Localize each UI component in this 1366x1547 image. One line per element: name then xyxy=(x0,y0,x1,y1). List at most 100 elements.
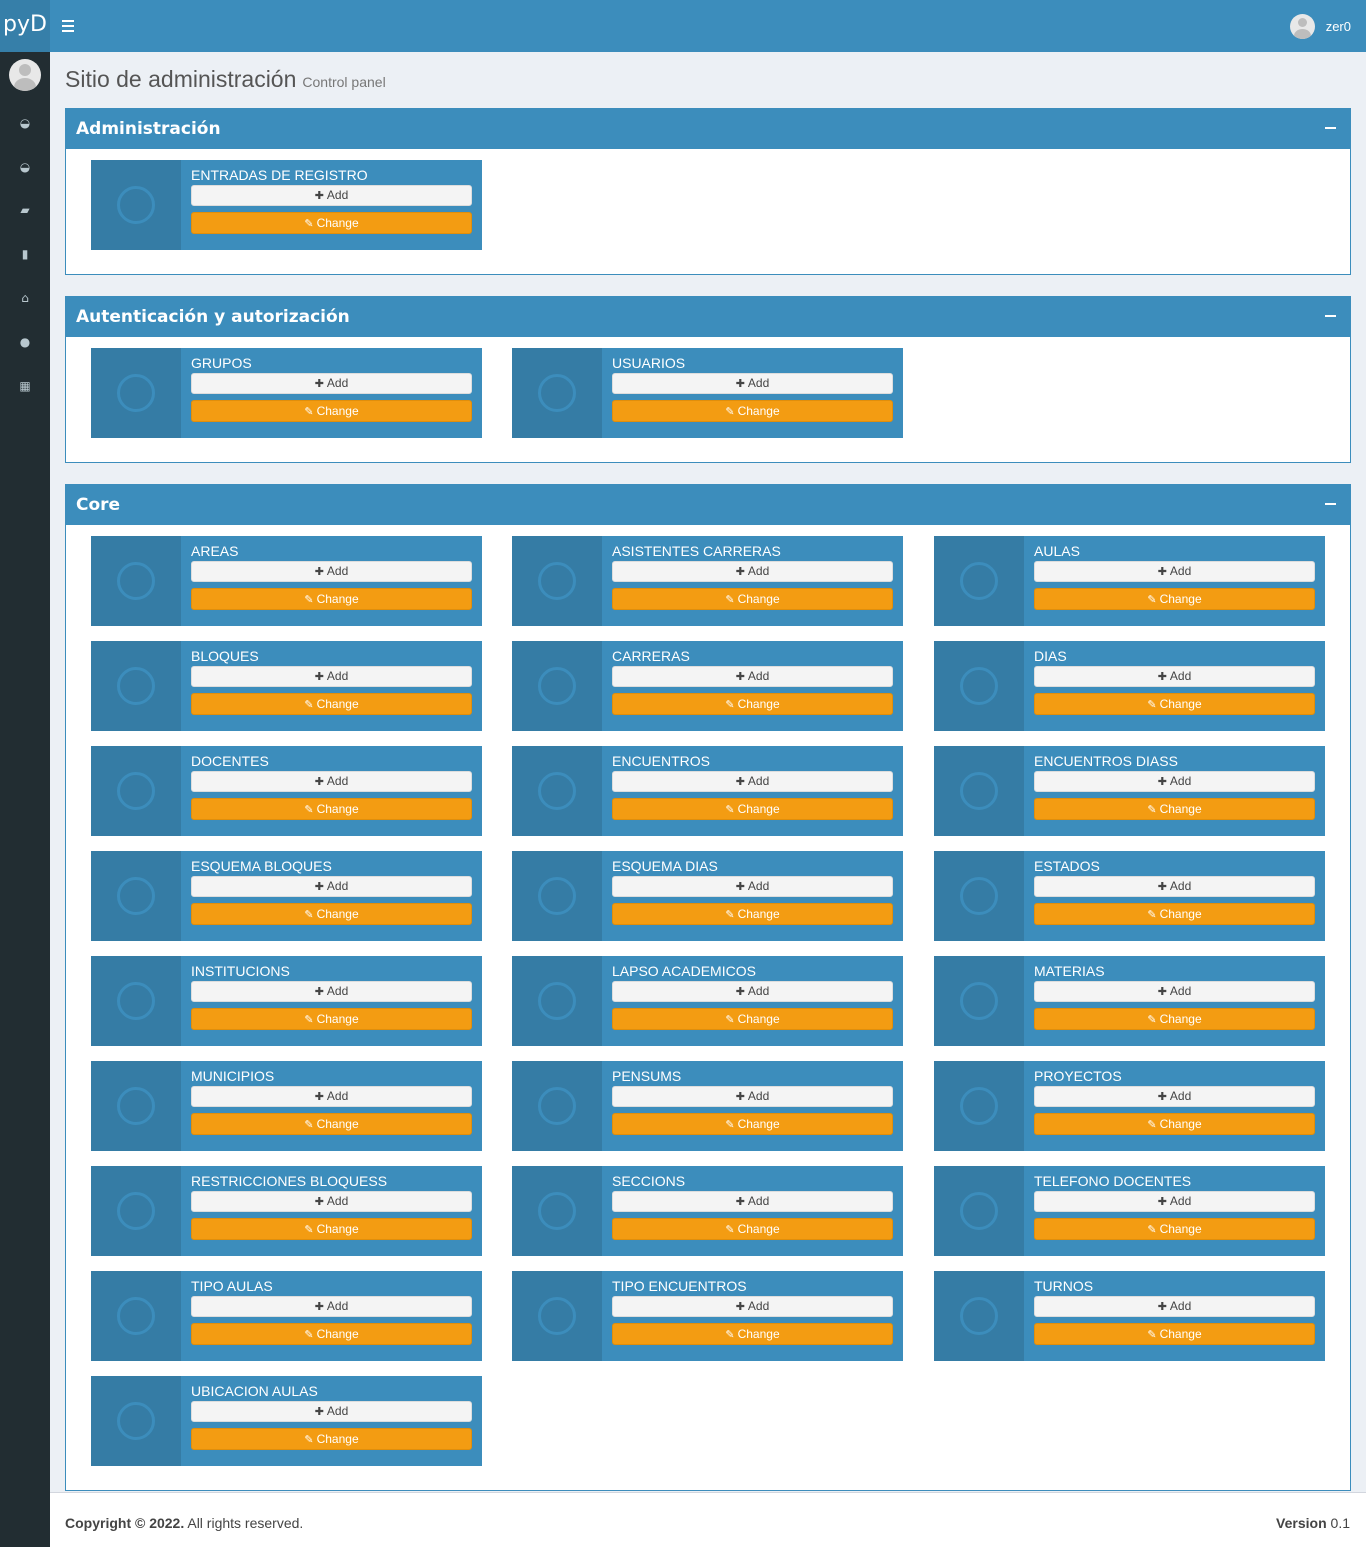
add-button[interactable]: ✚ Add xyxy=(191,771,472,792)
plus-icon: ✚ xyxy=(1157,565,1167,578)
model-name: Carreras xyxy=(612,648,690,664)
change-button[interactable]: ✎ Change xyxy=(1034,1113,1315,1135)
add-button[interactable]: ✚ Add xyxy=(612,1191,893,1212)
change-button[interactable]: ✎ Change xyxy=(1034,798,1315,820)
change-button[interactable]: ✎ Change xyxy=(191,693,472,715)
add-button[interactable]: ✚ Add xyxy=(1034,876,1315,897)
model-card: Restricciones bloquess ✚ Add ✎ Change xyxy=(91,1166,482,1256)
change-button[interactable]: ✎ Change xyxy=(191,400,472,422)
change-button[interactable]: ✎ Change xyxy=(1034,588,1315,610)
add-button[interactable]: ✚ Add xyxy=(191,1401,472,1422)
change-button[interactable]: ✎ Change xyxy=(191,588,472,610)
user-icon[interactable]: ● xyxy=(0,332,50,352)
add-button[interactable]: ✚ Add xyxy=(191,561,472,582)
add-button[interactable]: ✚ Add xyxy=(612,561,893,582)
change-button[interactable]: ✎ Change xyxy=(612,798,893,820)
add-button[interactable]: ✚ Add xyxy=(191,1296,472,1317)
change-label: Change xyxy=(737,907,780,921)
pencil-icon: ✎ xyxy=(304,217,314,230)
change-button[interactable]: ✎ Change xyxy=(1034,693,1315,715)
building-icon[interactable]: ▦ xyxy=(0,376,50,396)
pencil-icon: ✎ xyxy=(1147,908,1157,921)
add-button[interactable]: ✚ Add xyxy=(191,185,472,206)
model-name: Seccions xyxy=(612,1173,686,1189)
add-label: Add xyxy=(1169,984,1192,998)
model-name: Materias xyxy=(1034,963,1105,979)
change-button[interactable]: ✎ Change xyxy=(191,1113,472,1135)
brand-logo[interactable]: pyD xyxy=(0,0,50,52)
add-button[interactable]: ✚ Add xyxy=(191,1086,472,1107)
file-icon[interactable]: ▮ xyxy=(0,244,50,264)
circle-icon xyxy=(91,1061,181,1151)
model-name: Restricciones bloquess xyxy=(191,1173,388,1189)
add-button[interactable]: ✚ Add xyxy=(612,373,893,394)
institution-icon[interactable]: ⌂ xyxy=(0,288,50,308)
add-button[interactable]: ✚ Add xyxy=(1034,1086,1315,1107)
add-button[interactable]: ✚ Add xyxy=(612,981,893,1002)
change-button[interactable]: ✎ Change xyxy=(612,1008,893,1030)
change-button[interactable]: ✎ Change xyxy=(1034,1323,1315,1345)
add-button[interactable]: ✚ Add xyxy=(1034,981,1315,1002)
change-button[interactable]: ✎ Change xyxy=(1034,1008,1315,1030)
change-button[interactable]: ✎ Change xyxy=(612,400,893,422)
add-button[interactable]: ✚ Add xyxy=(1034,771,1315,792)
plus-icon: ✚ xyxy=(314,1090,324,1103)
add-button[interactable]: ✚ Add xyxy=(612,1296,893,1317)
plus-icon: ✚ xyxy=(314,1300,324,1313)
change-button[interactable]: ✎ Change xyxy=(1034,903,1315,925)
user-menu[interactable]: zer0 xyxy=(1289,13,1351,39)
change-button[interactable]: ✎ Change xyxy=(612,1218,893,1240)
add-button[interactable]: ✚ Add xyxy=(612,666,893,687)
footer: Copyright © 2022. All rights reserved. V… xyxy=(50,1492,1366,1547)
collapse-minus-icon[interactable] xyxy=(1325,503,1336,505)
add-button[interactable]: ✚ Add xyxy=(612,876,893,897)
change-button[interactable]: ✎ Change xyxy=(191,212,472,234)
change-button[interactable]: ✎ Change xyxy=(612,1113,893,1135)
circle-icon xyxy=(91,160,181,250)
add-button[interactable]: ✚ Add xyxy=(1034,561,1315,582)
change-button[interactable]: ✎ Change xyxy=(191,798,472,820)
change-button[interactable]: ✎ Change xyxy=(612,1323,893,1345)
collapse-minus-icon[interactable] xyxy=(1325,315,1336,317)
add-button[interactable]: ✚ Add xyxy=(191,1191,472,1212)
add-button[interactable]: ✚ Add xyxy=(191,981,472,1002)
change-label: Change xyxy=(737,1012,780,1026)
book-icon[interactable]: ▰ xyxy=(0,200,50,220)
add-button[interactable]: ✚ Add xyxy=(1034,1191,1315,1212)
add-label: Add xyxy=(1169,1299,1192,1313)
dashboard-icon[interactable]: ◒ xyxy=(0,157,50,177)
model-card: Pensums ✚ Add ✎ Change xyxy=(512,1061,903,1151)
add-button[interactable]: ✚ Add xyxy=(191,876,472,897)
model-card: Turnos ✚ Add ✎ Change xyxy=(934,1271,1325,1361)
plus-icon: ✚ xyxy=(1157,670,1167,683)
change-button[interactable]: ✎ Change xyxy=(612,588,893,610)
collapse-minus-icon[interactable] xyxy=(1325,127,1336,129)
plus-icon: ✚ xyxy=(735,775,745,788)
add-button[interactable]: ✚ Add xyxy=(612,1086,893,1107)
model-card: Encuentros ✚ Add ✎ Change xyxy=(512,746,903,836)
add-button[interactable]: ✚ Add xyxy=(191,666,472,687)
change-button[interactable]: ✎ Change xyxy=(612,903,893,925)
add-button[interactable]: ✚ Add xyxy=(191,373,472,394)
change-button[interactable]: ✎ Change xyxy=(1034,1218,1315,1240)
change-label: Change xyxy=(316,1432,359,1446)
change-button[interactable]: ✎ Change xyxy=(191,1008,472,1030)
change-button[interactable]: ✎ Change xyxy=(191,903,472,925)
add-button[interactable]: ✚ Add xyxy=(612,771,893,792)
page-subtitle: Control panel xyxy=(302,74,386,90)
change-button[interactable]: ✎ Change xyxy=(612,693,893,715)
change-button[interactable]: ✎ Change xyxy=(191,1218,472,1240)
section-header: Administración xyxy=(66,109,1350,149)
plus-icon: ✚ xyxy=(735,880,745,893)
change-button[interactable]: ✎ Change xyxy=(191,1323,472,1345)
add-button[interactable]: ✚ Add xyxy=(1034,1296,1315,1317)
add-button[interactable]: ✚ Add xyxy=(1034,666,1315,687)
model-name: Ubicacion aulas xyxy=(191,1383,318,1399)
bars-icon[interactable] xyxy=(62,17,80,35)
change-button[interactable]: ✎ Change xyxy=(191,1428,472,1450)
dashboard-icon[interactable]: ◒ xyxy=(0,113,50,133)
pencil-icon: ✎ xyxy=(1147,593,1157,606)
model-card: Estados ✚ Add ✎ Change xyxy=(934,851,1325,941)
model-name: Telefono docentes xyxy=(1034,1173,1192,1189)
change-label: Change xyxy=(1159,1117,1202,1131)
